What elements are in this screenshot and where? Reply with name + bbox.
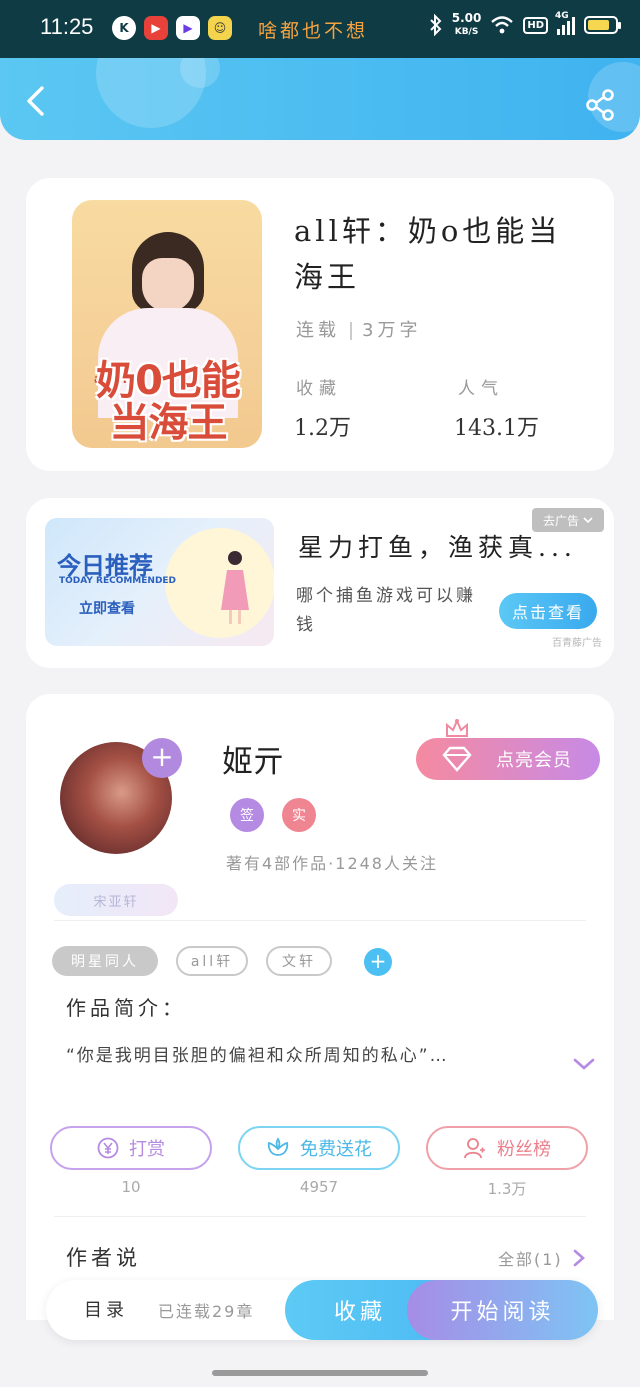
ad-card[interactable]: 今日推荐 TODAY RECOMMENDED 立即查看 去广告 星力打鱼，渔获真… [26,498,614,668]
tag-all-xuan[interactable]: all轩 [176,946,248,976]
author-stats: 著有4部作品·1248人关注 [226,854,438,873]
table-of-contents-button[interactable]: 目录 [84,1296,128,1322]
ad-banner-button: 立即查看 [79,601,135,617]
girl-illustration-icon [221,551,249,624]
tag-star-fanfic[interactable]: 明星同人 [52,946,158,976]
chapter-count[interactable]: 已连载29章 [158,1298,254,1322]
home-indicator[interactable] [212,1370,428,1376]
favorites-value: 1.2万 [294,416,351,441]
wifi-icon [491,16,514,34]
popularity-value: 143.1万 [454,416,539,441]
ad-source-tag: 百青藤广告 [552,638,602,649]
flower-icon [267,1137,289,1156]
fans-count: 1.3万 [487,1180,527,1198]
serial-status: 连载 [296,320,340,341]
signal-icon: 4G [555,11,575,35]
word-count: 3万字 [362,320,422,341]
reward-button[interactable]: 打赏 [50,1126,212,1170]
status-time: 11:25 [40,14,94,39]
add-tag-button[interactable]: + [364,948,392,976]
book-cover[interactable]: all轩: 奶0也能当海王 [72,200,262,448]
chevron-down-icon [583,517,593,524]
popularity-label: 人气 [458,379,504,399]
ad-description: 哪个捕鱼游戏可以赚钱 [296,586,476,635]
yen-icon [97,1137,119,1159]
fans-ranking-button[interactable]: 粉丝榜 [426,1126,588,1170]
media-app-icon: ▶ [176,16,200,40]
favorites-label: 收藏 [296,379,342,399]
fan-club-tag[interactable]: 宋亚轩 [54,884,178,916]
author-says-heading: 作者说 [66,1246,141,1270]
verified-badge: 实 [282,798,316,832]
send-flower-button[interactable]: 免费送花 [238,1126,400,1170]
messenger-app-icon: ☺ [208,16,232,40]
ad-banner-subtitle: TODAY RECOMMENDED [59,576,177,586]
divider [54,1216,586,1217]
network-speed: 5.00 KB/S [451,11,482,37]
top-app-bar [0,58,640,140]
status-slogan: 啥都也不想 [258,20,369,42]
ad-headline: 星力打鱼，渔获真... [298,533,577,562]
book-status-line: 连载 3万字 [296,316,421,342]
ad-view-button[interactable]: 点击查看 [499,593,597,629]
chevron-right-icon[interactable] [572,1249,586,1267]
author-name[interactable]: 姬亓 [222,736,284,781]
hd-icon: HD [523,16,548,34]
bottom-action-bar: 目录 已连载29章 收藏 开始阅读 [46,1280,598,1340]
start-reading-button[interactable]: 开始阅读 [407,1280,598,1340]
cover-title: 奶0也能当海王 [96,358,241,446]
ad-banner-image[interactable]: 今日推荐 TODAY RECOMMENDED 立即查看 [45,518,274,646]
video-app-icon: ▶ [144,16,168,40]
bluetooth-icon [430,14,442,36]
user-icon [464,1138,485,1159]
flower-count: 4957 [299,1178,339,1196]
crown-icon [446,718,468,737]
status-indicators: 5.00 KB/S HD 4G [429,11,621,38]
book-info-card: all轩: 奶0也能当海王 all轩：奶o也能当海王 连载 3万字 收藏 1.2万… [26,178,614,471]
expand-chevron-icon[interactable] [572,1056,596,1072]
status-bar: 11:25 K ▶ ▶ ☺ 啥都也不想 5.00 KB/S HD 4G [0,0,640,58]
battery-icon [584,16,621,34]
intro-heading: 作品简介： [66,996,186,1020]
status-app-icons: K ▶ ▶ ☺ [112,16,232,40]
book-title: all轩：奶o也能当海王 [294,214,562,294]
intro-text: “你是我明目张胆的偏袒和众所周知的私心”… [66,1046,449,1066]
follow-author-button[interactable]: + [142,738,182,778]
signed-badge: 签 [230,798,264,832]
cover-portrait [132,232,204,312]
k-app-icon: K [112,16,136,40]
diamond-icon [442,746,472,772]
back-button[interactable] [20,84,54,118]
author-says-all-link[interactable]: 全部(1) [498,1246,563,1270]
tag-wen-xuan[interactable]: 文轩 [266,946,332,976]
divider [54,920,586,921]
share-icon[interactable] [584,88,618,122]
reward-count: 10 [121,1178,141,1196]
